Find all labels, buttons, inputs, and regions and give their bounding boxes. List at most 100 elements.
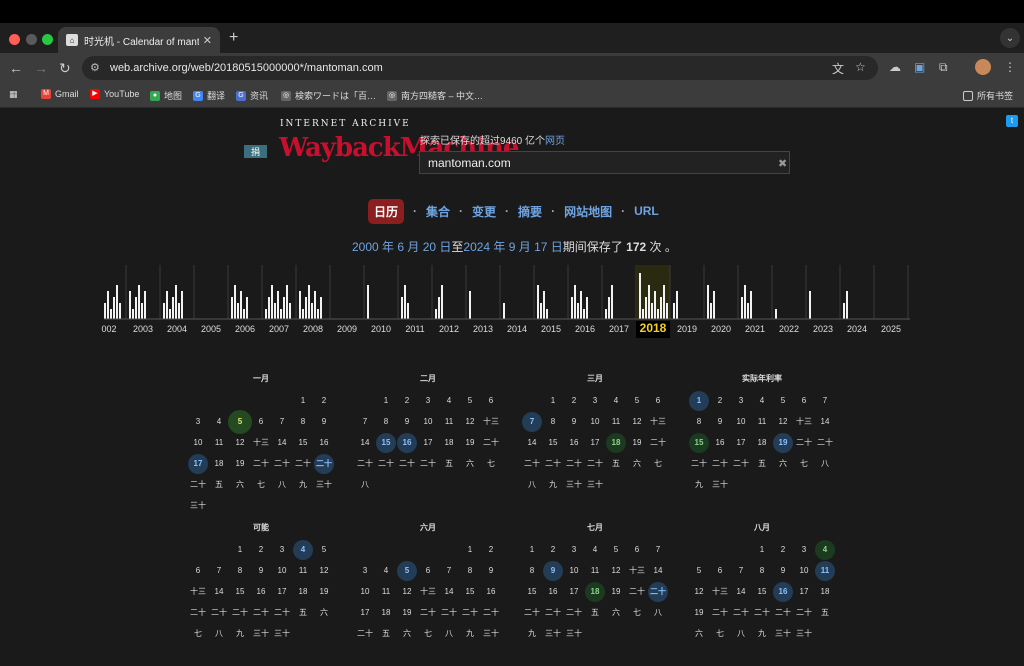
year-label[interactable]: 2006: [228, 324, 262, 334]
capture-bar[interactable]: [676, 291, 678, 319]
browser-tab[interactable]: ⌂ 时光机 - Calendar of mantom ✕: [58, 27, 220, 53]
capture-bar[interactable]: [271, 285, 273, 319]
url-search-input[interactable]: mantoman.com: [419, 151, 790, 174]
year-label[interactable]: 2016: [568, 324, 602, 334]
capture-bar[interactable]: [163, 303, 165, 319]
capture-bar[interactable]: [166, 291, 168, 319]
capture-bar[interactable]: [169, 309, 171, 319]
capture-bar[interactable]: [277, 291, 279, 319]
address-bar[interactable]: ⚙ web.archive.org/web/20180515000000*/ma…: [82, 56, 878, 80]
close-window-button[interactable]: [9, 34, 20, 45]
capture-bar[interactable]: [243, 309, 245, 319]
tab-summary[interactable]: 摘要: [518, 203, 542, 220]
captured-day[interactable]: 4: [293, 540, 313, 560]
bookmark-news[interactable]: G 资讯: [236, 89, 268, 102]
capture-bar[interactable]: [750, 291, 752, 319]
capture-bar[interactable]: [710, 303, 712, 319]
year-label[interactable]: 2012: [432, 324, 466, 334]
capture-bar[interactable]: [172, 297, 174, 319]
captured-day[interactable]: 18: [585, 582, 605, 602]
capture-histogram[interactable]: [104, 265, 910, 321]
year-label[interactable]: 2015: [534, 324, 568, 334]
web-pages-link[interactable]: 网页: [545, 136, 565, 147]
year-label[interactable]: 2009: [330, 324, 364, 334]
captured-day[interactable]: 15: [376, 433, 396, 453]
capture-bar[interactable]: [435, 309, 437, 319]
captured-day[interactable]: 15: [689, 433, 709, 453]
bookmark-star-icon[interactable]: ☆: [855, 60, 866, 74]
capture-bar[interactable]: [308, 285, 310, 319]
capture-bar[interactable]: [302, 309, 304, 319]
bookmark-nanfang[interactable]: ◎ 南方四糙客 – 中文…: [387, 89, 483, 102]
menu-kebab-icon[interactable]: ⋮: [1004, 60, 1016, 74]
capture-bar[interactable]: [580, 291, 582, 319]
donate-button[interactable]: 捐: [244, 145, 267, 158]
capture-bar[interactable]: [586, 297, 588, 319]
capture-bar[interactable]: [543, 291, 545, 319]
first-capture-link[interactable]: 2000 年 6 月 20 日: [352, 240, 451, 254]
capture-bar[interactable]: [320, 297, 322, 319]
capture-bar[interactable]: [268, 297, 270, 319]
capture-bar[interactable]: [135, 297, 137, 319]
year-label[interactable]: 2003: [126, 324, 160, 334]
year-label[interactable]: 2023: [806, 324, 840, 334]
capture-bar[interactable]: [234, 285, 236, 319]
capture-bar[interactable]: [265, 309, 267, 319]
capture-bar[interactable]: [660, 297, 662, 319]
bookmark-maps[interactable]: ● 地图: [150, 89, 182, 102]
year-label[interactable]: 2014: [500, 324, 534, 334]
year-label[interactable]: 2013: [466, 324, 500, 334]
capture-bar[interactable]: [809, 291, 811, 319]
capture-bar[interactable]: [707, 285, 709, 319]
capture-bar[interactable]: [611, 285, 613, 319]
capture-bar[interactable]: [469, 291, 471, 319]
profile-avatar[interactable]: [975, 59, 991, 75]
capture-bar[interactable]: [537, 285, 539, 319]
capture-bar[interactable]: [138, 285, 140, 319]
extension-cloud-icon[interactable]: ☁: [889, 60, 901, 74]
back-icon[interactable]: ←: [9, 60, 23, 76]
year-label[interactable]: 2020: [704, 324, 738, 334]
capture-bar[interactable]: [713, 291, 715, 319]
captured-day[interactable]: 18: [606, 433, 626, 453]
capture-bar[interactable]: [503, 303, 505, 319]
capture-bar[interactable]: [367, 285, 369, 319]
tab-search-icon[interactable]: ⌄: [1000, 28, 1020, 48]
capture-bar[interactable]: [311, 303, 313, 319]
capture-bar[interactable]: [657, 309, 659, 319]
tab-calendar[interactable]: 日历: [368, 198, 405, 224]
year-label[interactable]: 002: [92, 324, 126, 334]
year-label[interactable]: 2017: [602, 324, 636, 334]
year-label[interactable]: 2005: [194, 324, 228, 334]
capture-bar[interactable]: [407, 303, 409, 319]
capture-bar[interactable]: [438, 297, 440, 319]
capture-bar[interactable]: [741, 297, 743, 319]
translate-extension-icon[interactable]: ▣: [914, 60, 925, 74]
capture-bar[interactable]: [175, 285, 177, 319]
capture-bar[interactable]: [645, 297, 647, 319]
capture-bar[interactable]: [144, 291, 146, 319]
capture-bar[interactable]: [283, 297, 285, 319]
capture-bar[interactable]: [289, 303, 291, 319]
capture-bar[interactable]: [181, 291, 183, 319]
year-label[interactable]: 2010: [364, 324, 398, 334]
capture-bar[interactable]: [846, 291, 848, 319]
capture-bar[interactable]: [648, 285, 650, 319]
apps-grid-icon[interactable]: ▦: [9, 89, 18, 100]
translate-icon[interactable]: 文: [832, 60, 844, 77]
capture-bar[interactable]: [141, 303, 143, 319]
year-label[interactable]: 2021: [738, 324, 772, 334]
tab-sitemap[interactable]: 网站地图: [564, 203, 612, 220]
captured-day[interactable]: 5: [228, 410, 252, 434]
clear-search-icon[interactable]: ✖: [778, 157, 787, 170]
capture-bar[interactable]: [104, 303, 106, 319]
capture-bar[interactable]: [571, 297, 573, 319]
captured-day[interactable]: 11: [815, 561, 835, 581]
captured-day[interactable]: 7: [522, 412, 542, 432]
all-bookmarks-folder[interactable]: 所有书签: [963, 89, 1013, 102]
capture-bar[interactable]: [843, 303, 845, 319]
year-label[interactable]: 2007: [262, 324, 296, 334]
extensions-icon[interactable]: ⧉: [939, 60, 948, 75]
capture-bar[interactable]: [305, 297, 307, 319]
internet-archive-logo[interactable]: INTERNET ARCHIVE: [280, 119, 411, 129]
